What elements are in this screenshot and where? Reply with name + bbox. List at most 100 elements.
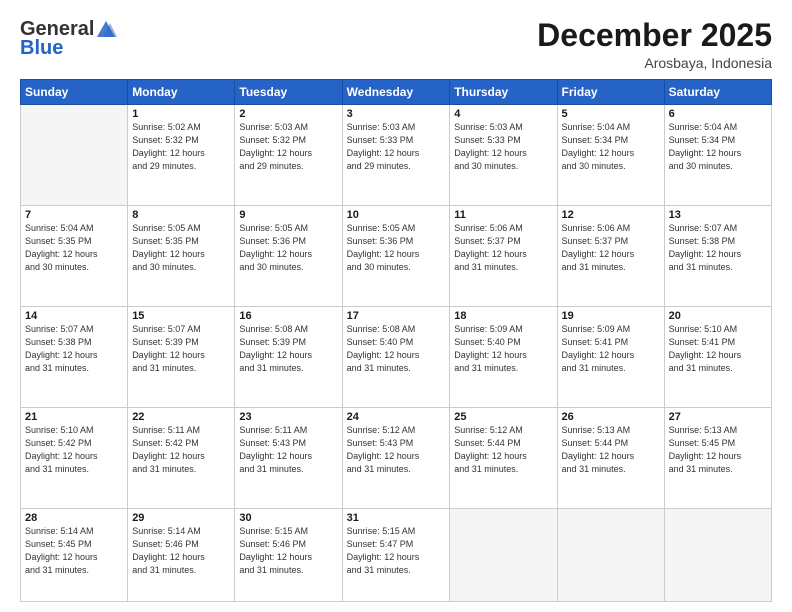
table-row: 2Sunrise: 5:03 AM Sunset: 5:32 PM Daylig… <box>235 105 342 206</box>
day-number: 3 <box>347 108 446 120</box>
table-row: 10Sunrise: 5:05 AM Sunset: 5:36 PM Dayli… <box>342 206 450 307</box>
table-row: 18Sunrise: 5:09 AM Sunset: 5:40 PM Dayli… <box>450 306 557 407</box>
header: General Blue December 2025 Arosbaya, Ind… <box>20 18 772 71</box>
day-info: Sunrise: 5:15 AM Sunset: 5:47 PM Dayligh… <box>347 525 446 577</box>
day-number: 22 <box>132 411 230 423</box>
day-info: Sunrise: 5:04 AM Sunset: 5:34 PM Dayligh… <box>562 121 660 173</box>
day-number: 14 <box>25 310 123 322</box>
day-number: 31 <box>347 512 446 524</box>
table-row: 25Sunrise: 5:12 AM Sunset: 5:44 PM Dayli… <box>450 407 557 508</box>
calendar-week-row: 1Sunrise: 5:02 AM Sunset: 5:32 PM Daylig… <box>21 105 772 206</box>
table-row: 4Sunrise: 5:03 AM Sunset: 5:33 PM Daylig… <box>450 105 557 206</box>
day-info: Sunrise: 5:09 AM Sunset: 5:40 PM Dayligh… <box>454 323 552 375</box>
day-number: 13 <box>669 209 767 221</box>
col-thursday: Thursday <box>450 80 557 105</box>
day-number: 18 <box>454 310 552 322</box>
day-number: 7 <box>25 209 123 221</box>
table-row: 28Sunrise: 5:14 AM Sunset: 5:45 PM Dayli… <box>21 508 128 601</box>
day-info: Sunrise: 5:13 AM Sunset: 5:44 PM Dayligh… <box>562 424 660 476</box>
col-sunday: Sunday <box>21 80 128 105</box>
day-info: Sunrise: 5:04 AM Sunset: 5:34 PM Dayligh… <box>669 121 767 173</box>
day-number: 28 <box>25 512 123 524</box>
day-number: 6 <box>669 108 767 120</box>
title-section: December 2025 Arosbaya, Indonesia <box>537 18 772 71</box>
location: Arosbaya, Indonesia <box>537 55 772 71</box>
day-number: 8 <box>132 209 230 221</box>
day-number: 27 <box>669 411 767 423</box>
day-info: Sunrise: 5:09 AM Sunset: 5:41 PM Dayligh… <box>562 323 660 375</box>
day-info: Sunrise: 5:03 AM Sunset: 5:32 PM Dayligh… <box>239 121 337 173</box>
day-info: Sunrise: 5:10 AM Sunset: 5:41 PM Dayligh… <box>669 323 767 375</box>
day-number: 4 <box>454 108 552 120</box>
calendar-header-row: Sunday Monday Tuesday Wednesday Thursday… <box>21 80 772 105</box>
day-info: Sunrise: 5:12 AM Sunset: 5:44 PM Dayligh… <box>454 424 552 476</box>
day-info: Sunrise: 5:05 AM Sunset: 5:36 PM Dayligh… <box>239 222 337 274</box>
day-info: Sunrise: 5:07 AM Sunset: 5:39 PM Dayligh… <box>132 323 230 375</box>
day-number: 15 <box>132 310 230 322</box>
day-number: 11 <box>454 209 552 221</box>
table-row: 7Sunrise: 5:04 AM Sunset: 5:35 PM Daylig… <box>21 206 128 307</box>
calendar-week-row: 28Sunrise: 5:14 AM Sunset: 5:45 PM Dayli… <box>21 508 772 601</box>
calendar-week-row: 21Sunrise: 5:10 AM Sunset: 5:42 PM Dayli… <box>21 407 772 508</box>
table-row: 26Sunrise: 5:13 AM Sunset: 5:44 PM Dayli… <box>557 407 664 508</box>
col-friday: Friday <box>557 80 664 105</box>
day-info: Sunrise: 5:04 AM Sunset: 5:35 PM Dayligh… <box>25 222 123 274</box>
day-info: Sunrise: 5:03 AM Sunset: 5:33 PM Dayligh… <box>347 121 446 173</box>
day-info: Sunrise: 5:07 AM Sunset: 5:38 PM Dayligh… <box>25 323 123 375</box>
day-number: 19 <box>562 310 660 322</box>
day-number: 1 <box>132 108 230 120</box>
day-info: Sunrise: 5:06 AM Sunset: 5:37 PM Dayligh… <box>562 222 660 274</box>
table-row: 14Sunrise: 5:07 AM Sunset: 5:38 PM Dayli… <box>21 306 128 407</box>
day-number: 5 <box>562 108 660 120</box>
day-info: Sunrise: 5:14 AM Sunset: 5:46 PM Dayligh… <box>132 525 230 577</box>
day-number: 17 <box>347 310 446 322</box>
day-number: 23 <box>239 411 337 423</box>
calendar-week-row: 7Sunrise: 5:04 AM Sunset: 5:35 PM Daylig… <box>21 206 772 307</box>
table-row <box>450 508 557 601</box>
table-row: 6Sunrise: 5:04 AM Sunset: 5:34 PM Daylig… <box>664 105 771 206</box>
day-number: 29 <box>132 512 230 524</box>
table-row: 24Sunrise: 5:12 AM Sunset: 5:43 PM Dayli… <box>342 407 450 508</box>
day-number: 9 <box>239 209 337 221</box>
table-row <box>21 105 128 206</box>
day-info: Sunrise: 5:12 AM Sunset: 5:43 PM Dayligh… <box>347 424 446 476</box>
table-row: 11Sunrise: 5:06 AM Sunset: 5:37 PM Dayli… <box>450 206 557 307</box>
table-row: 8Sunrise: 5:05 AM Sunset: 5:35 PM Daylig… <box>128 206 235 307</box>
day-number: 24 <box>347 411 446 423</box>
table-row: 16Sunrise: 5:08 AM Sunset: 5:39 PM Dayli… <box>235 306 342 407</box>
table-row: 30Sunrise: 5:15 AM Sunset: 5:46 PM Dayli… <box>235 508 342 601</box>
day-number: 20 <box>669 310 767 322</box>
day-info: Sunrise: 5:08 AM Sunset: 5:39 PM Dayligh… <box>239 323 337 375</box>
col-saturday: Saturday <box>664 80 771 105</box>
table-row: 23Sunrise: 5:11 AM Sunset: 5:43 PM Dayli… <box>235 407 342 508</box>
month-title: December 2025 <box>537 18 772 53</box>
day-number: 21 <box>25 411 123 423</box>
table-row: 15Sunrise: 5:07 AM Sunset: 5:39 PM Dayli… <box>128 306 235 407</box>
table-row <box>664 508 771 601</box>
table-row: 5Sunrise: 5:04 AM Sunset: 5:34 PM Daylig… <box>557 105 664 206</box>
table-row: 27Sunrise: 5:13 AM Sunset: 5:45 PM Dayli… <box>664 407 771 508</box>
day-number: 12 <box>562 209 660 221</box>
calendar: Sunday Monday Tuesday Wednesday Thursday… <box>20 79 772 602</box>
day-info: Sunrise: 5:02 AM Sunset: 5:32 PM Dayligh… <box>132 121 230 173</box>
day-info: Sunrise: 5:03 AM Sunset: 5:33 PM Dayligh… <box>454 121 552 173</box>
logo-blue: Blue <box>20 37 63 60</box>
day-number: 30 <box>239 512 337 524</box>
day-info: Sunrise: 5:14 AM Sunset: 5:45 PM Dayligh… <box>25 525 123 577</box>
day-number: 10 <box>347 209 446 221</box>
col-wednesday: Wednesday <box>342 80 450 105</box>
day-number: 2 <box>239 108 337 120</box>
table-row: 19Sunrise: 5:09 AM Sunset: 5:41 PM Dayli… <box>557 306 664 407</box>
day-number: 25 <box>454 411 552 423</box>
day-info: Sunrise: 5:06 AM Sunset: 5:37 PM Dayligh… <box>454 222 552 274</box>
page: General Blue December 2025 Arosbaya, Ind… <box>0 0 792 612</box>
day-info: Sunrise: 5:05 AM Sunset: 5:36 PM Dayligh… <box>347 222 446 274</box>
logo: General Blue <box>20 18 118 60</box>
table-row: 20Sunrise: 5:10 AM Sunset: 5:41 PM Dayli… <box>664 306 771 407</box>
col-monday: Monday <box>128 80 235 105</box>
col-tuesday: Tuesday <box>235 80 342 105</box>
day-info: Sunrise: 5:07 AM Sunset: 5:38 PM Dayligh… <box>669 222 767 274</box>
logo-icon <box>95 19 117 41</box>
day-number: 16 <box>239 310 337 322</box>
table-row: 13Sunrise: 5:07 AM Sunset: 5:38 PM Dayli… <box>664 206 771 307</box>
